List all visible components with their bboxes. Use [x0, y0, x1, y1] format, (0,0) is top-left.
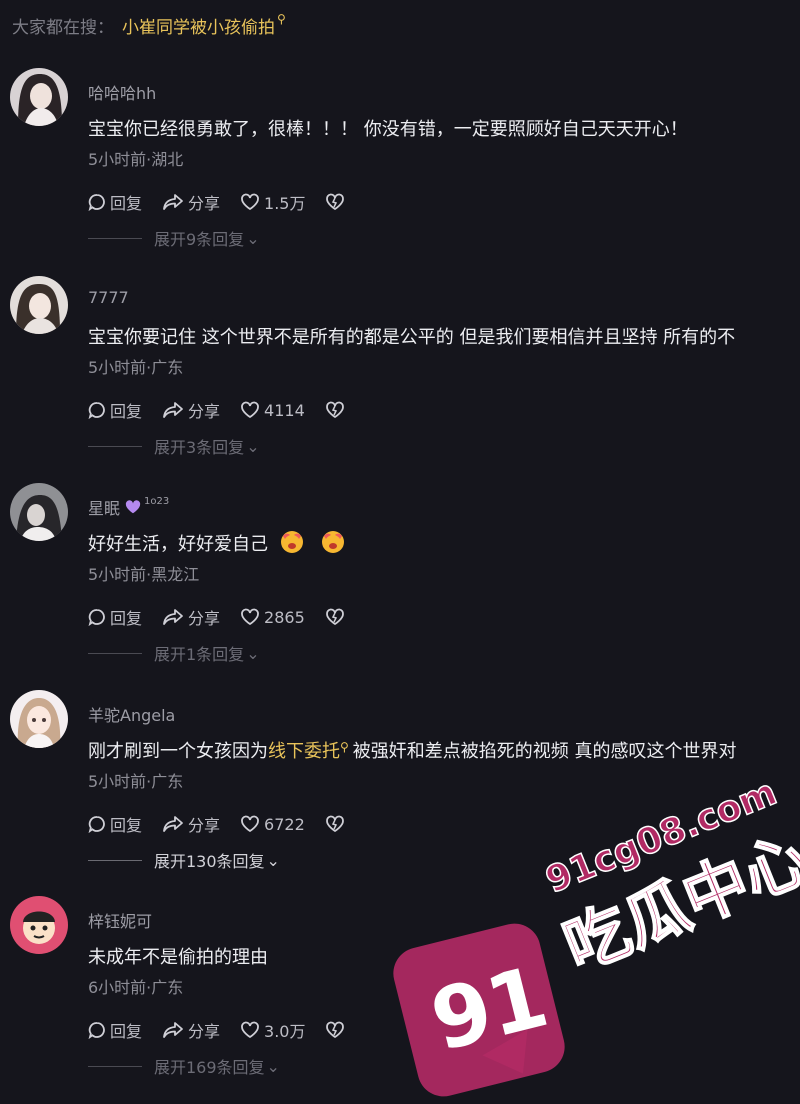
reply-button[interactable]: 回复 — [88, 812, 142, 836]
dislike-button[interactable] — [325, 401, 349, 419]
share-button[interactable]: 分享 — [162, 812, 220, 836]
chevron-down-icon: ⌄ — [246, 436, 260, 456]
reply-icon — [88, 1022, 105, 1039]
search-keyword-link[interactable]: 线下委托 — [268, 741, 340, 762]
search-term-link[interactable]: 小崔同学被小孩偷拍 — [122, 13, 275, 38]
like-button[interactable]: 2865 — [240, 608, 305, 627]
comment-actions: 回复 分享 3.0万 — [88, 1018, 369, 1042]
share-button[interactable]: 分享 — [162, 1018, 220, 1042]
reply-button[interactable]: 回复 — [88, 605, 142, 629]
broken-heart-icon — [326, 193, 345, 211]
comment-actions: 回复 分享 4114 — [88, 398, 369, 422]
emoji-icon — [322, 531, 345, 553]
comment-text: 好好生活，好好爱自己 — [88, 530, 345, 556]
divider-line — [88, 237, 142, 239]
avatar[interactable] — [10, 68, 68, 126]
username[interactable]: 星眠 1o23 — [88, 495, 169, 519]
chevron-down-icon: ⌄ — [246, 228, 260, 248]
comment-text: 宝宝你要记住 这个世界不是所有的都是公平的 但是我们要相信并且坚持 所有的不 — [88, 327, 736, 348]
dislike-button[interactable] — [325, 608, 349, 626]
dislike-button[interactable] — [325, 193, 349, 211]
share-icon — [163, 402, 183, 418]
comment-actions: 回复 分享 6722 — [88, 812, 369, 836]
comment-meta: 5小时前·广东 — [88, 772, 184, 791]
heart-icon — [241, 815, 259, 833]
badge: 1o23 — [124, 496, 169, 515]
reply-icon — [88, 194, 105, 211]
comment-item: 7777 宝宝你要记住 这个世界不是所有的都是公平的 但是我们要相信并且坚持 所… — [0, 276, 800, 484]
broken-heart-icon — [325, 401, 344, 419]
chevron-down-icon: ⌄ — [266, 850, 280, 870]
reply-button[interactable]: 回复 — [88, 1018, 142, 1042]
reply-icon — [88, 816, 105, 833]
search-icon: ⚲ — [340, 740, 349, 754]
expand-replies[interactable]: 展开9条回复 ⌄ — [88, 226, 260, 250]
avatar[interactable] — [10, 690, 68, 748]
username[interactable]: 哈哈哈hh — [88, 80, 156, 104]
divider-line — [88, 1065, 142, 1067]
comment-actions: 回复 分享 1.5万 — [88, 190, 369, 214]
broken-heart-icon — [325, 815, 344, 833]
broken-heart-icon — [325, 608, 344, 626]
reply-icon — [88, 402, 105, 419]
heart-icon — [241, 1021, 259, 1039]
comment-meta: 6小时前·广东 — [88, 978, 184, 997]
expand-replies[interactable]: 展开169条回复 ⌄ — [88, 1054, 280, 1078]
divider-line — [88, 652, 142, 654]
like-button[interactable]: 3.0万 — [240, 1018, 305, 1042]
username[interactable]: 羊驼Angela — [88, 702, 175, 726]
comment-text: 未成年不是偷拍的理由 — [88, 947, 268, 968]
reply-button[interactable]: 回复 — [88, 190, 142, 214]
like-button[interactable]: 4114 — [240, 401, 305, 420]
comment-meta: 5小时前·湖北 — [88, 150, 184, 169]
share-icon — [163, 816, 183, 832]
avatar[interactable] — [10, 483, 68, 541]
share-icon — [163, 194, 183, 210]
heart-icon — [241, 608, 259, 626]
search-suggestion-bar[interactable]: 大家都在搜： 小崔同学被小孩偷拍 ⚲ — [12, 8, 286, 42]
purple-heart-icon — [125, 500, 141, 514]
expand-replies[interactable]: 展开130条回复 ⌄ — [88, 848, 280, 872]
divider-line — [88, 859, 142, 861]
avatar[interactable] — [10, 276, 68, 334]
expand-replies[interactable]: 展开1条回复 ⌄ — [88, 641, 260, 665]
share-button[interactable]: 分享 — [162, 605, 220, 629]
chevron-down-icon: ⌄ — [246, 643, 260, 663]
comment-text: 刚才刷到一个女孩因为线下委托⚲ 被强奸和差点被掐死的视频 真的感叹这个世界对 — [88, 740, 737, 762]
emoji-icon — [280, 531, 303, 553]
comment-item: 星眠 1o23 好好生活，好好爱自己 5小时前·黑龙江 回复 分享 2865 展… — [0, 483, 800, 691]
heart-icon — [241, 193, 259, 211]
username[interactable]: 7777 — [88, 288, 129, 307]
divider-line — [88, 445, 142, 447]
share-button[interactable]: 分享 — [162, 398, 220, 422]
username[interactable]: 梓钰妮可 — [88, 908, 152, 932]
comment-text: 宝宝你已经很勇敢了，很棒！！！ 你没有错，一定要照顾好自己天天开心！ — [88, 119, 688, 140]
share-button[interactable]: 分享 — [162, 190, 220, 214]
expand-replies[interactable]: 展开3条回复 ⌄ — [88, 434, 260, 458]
dislike-button[interactable] — [325, 815, 349, 833]
like-button[interactable]: 1.5万 — [240, 190, 305, 214]
dislike-button[interactable] — [325, 1021, 349, 1039]
comment-actions: 回复 分享 2865 — [88, 605, 369, 629]
chevron-down-icon: ⌄ — [266, 1056, 280, 1076]
broken-heart-icon — [326, 1021, 345, 1039]
avatar[interactable] — [10, 896, 68, 954]
share-icon — [163, 1022, 183, 1038]
like-button[interactable]: 6722 — [240, 815, 305, 834]
search-prefix: 大家都在搜： — [12, 17, 114, 38]
comment-meta: 5小时前·黑龙江 — [88, 565, 200, 584]
heart-icon — [241, 401, 259, 419]
comment-item: 哈哈哈hh 宝宝你已经很勇敢了，很棒！！！ 你没有错，一定要照顾好自己天天开心！… — [0, 68, 800, 276]
reply-button[interactable]: 回复 — [88, 398, 142, 422]
share-icon — [163, 609, 183, 625]
reply-icon — [88, 609, 105, 626]
search-icon: ⚲ — [277, 12, 286, 26]
comment-meta: 5小时前·广东 — [88, 358, 184, 377]
